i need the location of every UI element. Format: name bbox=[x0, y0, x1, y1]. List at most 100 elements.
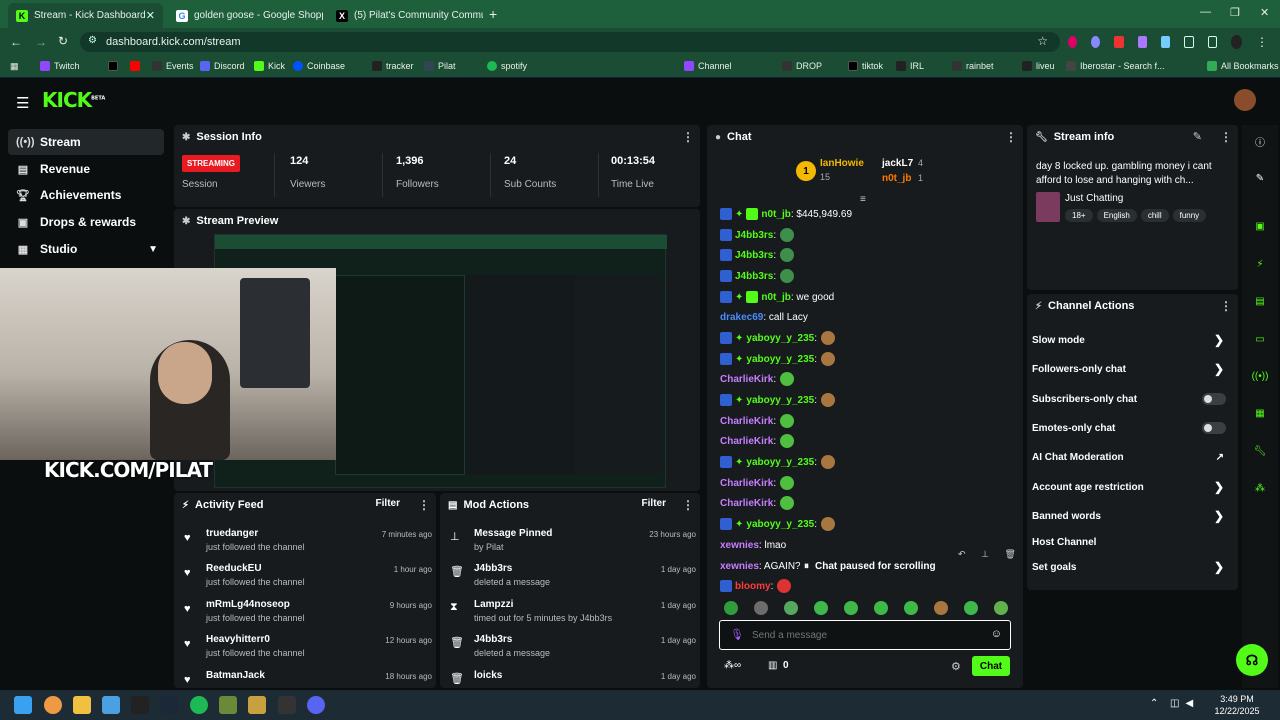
chat-message[interactable]: ✦ n0t_jb: $445,949.69 bbox=[720, 206, 852, 222]
action-followers-only[interactable]: Followers-only chat ❯ bbox=[1032, 359, 1228, 379]
chat-message[interactable]: xewnies: AGAIN? bbox=[720, 558, 801, 574]
user-avatar[interactable] bbox=[1234, 89, 1256, 111]
forward-icon[interactable]: → bbox=[35, 35, 47, 49]
chat-username[interactable]: CharlieKirk bbox=[720, 436, 773, 447]
trash-icon[interactable]: 🗑︎ bbox=[1005, 549, 1016, 563]
steam-icon[interactable] bbox=[160, 696, 178, 714]
mod-list-icon[interactable]: ▦ bbox=[1250, 403, 1270, 423]
bookmark-all[interactable]: All Bookmarks bbox=[1207, 61, 1279, 71]
broadcast-icon[interactable]: ((•)) bbox=[1250, 366, 1270, 386]
bookmark-kick[interactable]: Kick bbox=[254, 61, 285, 71]
clip-icon[interactable]: ▣ bbox=[1250, 216, 1270, 236]
bookmark-channel[interactable]: Channel bbox=[684, 61, 732, 71]
chat-username[interactable]: n0t_jb bbox=[761, 209, 790, 220]
chat-username[interactable]: xewnies bbox=[720, 540, 759, 551]
points-icon[interactable]: ⁂∞ bbox=[724, 660, 741, 671]
chat-message[interactable]: ✦ yaboyy_y_235: bbox=[720, 330, 836, 346]
emote-icon[interactable] bbox=[784, 601, 798, 615]
chat-message[interactable]: ✦ yaboyy_y_235: bbox=[720, 351, 836, 367]
bookmark-events[interactable]: Events bbox=[152, 61, 194, 71]
puzzle-icon[interactable] bbox=[1183, 36, 1194, 48]
bookmark-pilat[interactable]: Pilat bbox=[424, 61, 456, 71]
app-icon[interactable] bbox=[278, 696, 296, 714]
chat-input[interactable] bbox=[752, 627, 972, 643]
emote-icon[interactable] bbox=[814, 601, 828, 615]
emoji-icon[interactable]: ☺ bbox=[991, 628, 1002, 640]
emote-icon[interactable] bbox=[994, 601, 1008, 615]
chat-username[interactable]: J4bb3rs bbox=[735, 230, 773, 241]
tab-google-shopping[interactable]: G golden goose - Google Shoppin ✕ bbox=[168, 3, 323, 28]
filter-button[interactable]: Filter bbox=[642, 498, 666, 509]
discord-icon[interactable] bbox=[307, 696, 325, 714]
category-name[interactable]: Just Chatting bbox=[1065, 193, 1123, 204]
chat-username[interactable]: CharlieKirk bbox=[720, 374, 773, 385]
chat-username[interactable]: xewnies bbox=[720, 561, 759, 572]
edit-pencil-icon[interactable]: ✎ bbox=[1193, 130, 1202, 143]
chat-message[interactable]: drakec69: call Lacy bbox=[720, 309, 808, 325]
chat-username[interactable]: CharlieKirk bbox=[720, 498, 773, 509]
address-bar[interactable]: ⚙ dashboard.kick.com/stream ☆ bbox=[80, 32, 1060, 52]
bolt-icon[interactable]: ⚡︎ bbox=[1250, 254, 1270, 274]
app-icon[interactable] bbox=[102, 696, 120, 714]
profile-avatar[interactable] bbox=[1231, 35, 1242, 49]
wrench-icon[interactable]: 🔧︎ bbox=[1250, 441, 1270, 461]
filter-button[interactable]: Filter bbox=[376, 498, 400, 509]
bookmark-coinbase[interactable]: Coinbase bbox=[293, 61, 345, 71]
hamburger-menu-icon[interactable]: ☰ bbox=[16, 94, 29, 112]
reload-icon[interactable]: ↻ bbox=[58, 34, 68, 48]
chat-username[interactable]: J4bb3rs bbox=[735, 250, 773, 261]
category-thumbnail[interactable] bbox=[1036, 192, 1060, 222]
bookmark-tiktok[interactable]: tiktok bbox=[848, 61, 883, 71]
bookmark-spotify[interactable]: spotify bbox=[487, 61, 527, 71]
chat-username[interactable]: CharlieKirk bbox=[720, 416, 773, 427]
chat-username[interactable]: CharlieKirk bbox=[720, 478, 773, 489]
maximize-window-button[interactable]: ❐ bbox=[1230, 6, 1240, 19]
chat-message[interactable]: xewnies: lmao bbox=[720, 537, 786, 553]
tag-chip[interactable]: English bbox=[1096, 209, 1137, 222]
sidebar-item-revenue[interactable]: ▤ Revenue bbox=[8, 156, 164, 182]
chat-message[interactable]: CharlieKirk: bbox=[720, 433, 795, 449]
more-options-icon[interactable]: ⋮ bbox=[682, 130, 694, 144]
chat-message[interactable]: J4bb3rs: bbox=[720, 268, 795, 284]
leader-name[interactable]: IanHowie bbox=[820, 158, 864, 169]
action-ai-moderation[interactable]: AI Chat Moderation ↗ bbox=[1032, 447, 1228, 467]
activity-row[interactable]: ♥ truedanger just followed the channel 7 mi… bbox=[182, 528, 432, 558]
chat-message[interactable]: ✦ yaboyy_y_235: bbox=[720, 454, 836, 470]
action-host-channel[interactable]: Host Channel bbox=[1032, 532, 1228, 552]
more-options-icon[interactable]: ⋮ bbox=[418, 498, 430, 512]
apps-grid-icon[interactable]: ▦ bbox=[10, 61, 19, 72]
more-options-icon[interactable]: ⋮ bbox=[1220, 130, 1232, 144]
bookmark-twitch[interactable]: Twitch bbox=[40, 61, 80, 71]
extension-icon[interactable] bbox=[1091, 36, 1101, 48]
mod-action-row[interactable]: 🗑︎ J4bb3rs deleted a message 1 day ago bbox=[448, 634, 696, 664]
bookmark-iberostar[interactable]: Iberostar - Search f... bbox=[1066, 61, 1165, 71]
chrome-icon[interactable] bbox=[44, 696, 62, 714]
sidepanel-icon[interactable] bbox=[1207, 36, 1218, 48]
more-options-icon[interactable]: ⋮ bbox=[682, 498, 694, 512]
bookmark-discord[interactable]: Discord bbox=[200, 61, 245, 71]
tab-kick-dashboard[interactable]: K Stream - Kick Dashboard ✕ bbox=[8, 3, 163, 28]
activity-row[interactable]: ♥ BatmanJack 18 hours ago bbox=[182, 670, 432, 686]
send-chat-button[interactable]: Chat bbox=[972, 656, 1010, 676]
extension-icon[interactable] bbox=[1068, 36, 1078, 48]
chat-username[interactable]: yaboyy_y_235 bbox=[746, 519, 814, 530]
chat-settings-icon[interactable]: ⚙ bbox=[951, 660, 961, 673]
notes-icon[interactable]: ▤ bbox=[1250, 291, 1270, 311]
info-icon[interactable]: ⓘ bbox=[1250, 131, 1270, 151]
tab-x-community[interactable]: X (5) Pilat's Community Commun ✕ bbox=[328, 3, 483, 28]
epic-games-icon[interactable] bbox=[131, 696, 149, 714]
chat-username[interactable]: drakec69 bbox=[720, 312, 763, 323]
chat-message[interactable]: J4bb3rs: bbox=[720, 247, 795, 263]
bookmark-rainbet[interactable]: rainbet bbox=[952, 61, 994, 71]
emotes-only-toggle[interactable] bbox=[1202, 422, 1226, 434]
chat-message[interactable]: CharlieKirk: bbox=[720, 371, 795, 387]
kick-logo[interactable]: KICKBETA bbox=[42, 88, 105, 112]
mod-action-row[interactable]: ⧗ Lampzzi timed out for 5 minutes by J4bb3… bbox=[448, 599, 696, 629]
tag-chip[interactable]: 18+ bbox=[1065, 209, 1093, 222]
chat-message[interactable]: CharlieKirk: bbox=[720, 495, 795, 511]
minimize-window-button[interactable]: — bbox=[1200, 6, 1211, 18]
action-account-age[interactable]: Account age restriction ❯ bbox=[1032, 477, 1228, 497]
chat-username[interactable]: bloomy bbox=[735, 581, 771, 592]
bookmark-x[interactable] bbox=[108, 61, 122, 71]
chat-username[interactable]: yaboyy_y_235 bbox=[746, 395, 814, 406]
